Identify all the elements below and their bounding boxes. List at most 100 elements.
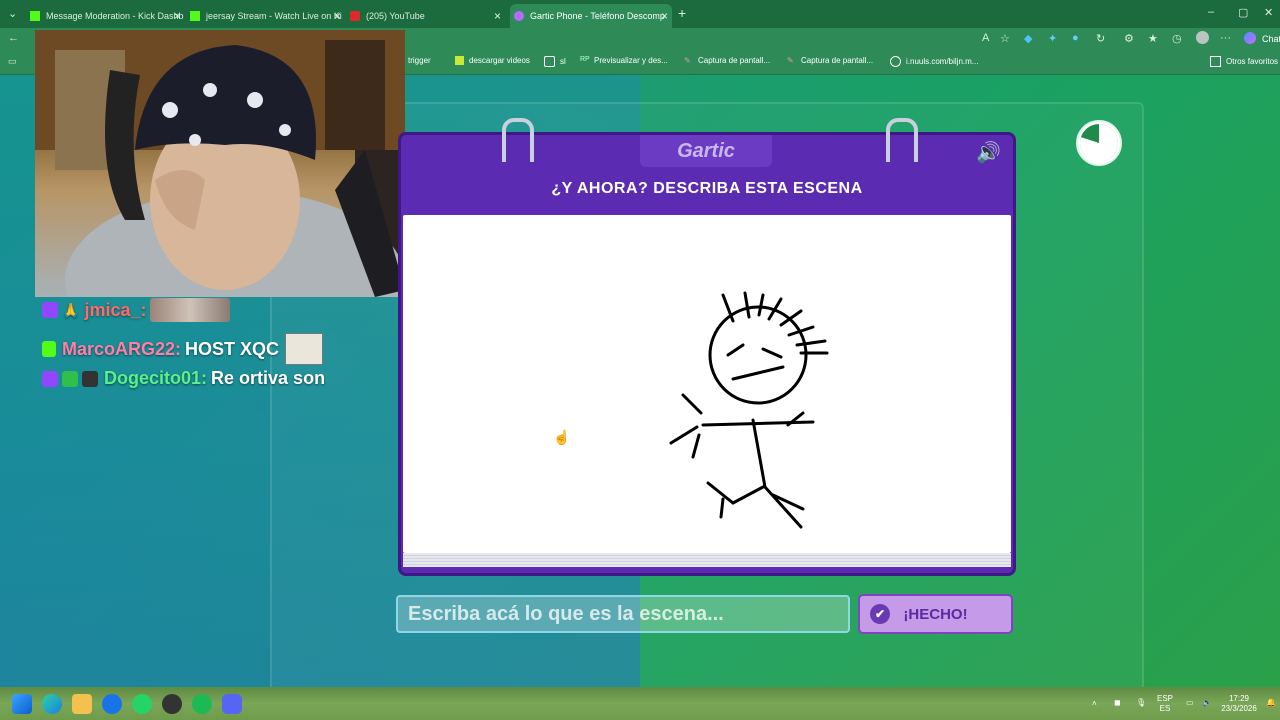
keyboard-layout: ES (1159, 704, 1171, 713)
globe-icon (890, 56, 901, 67)
youtube-icon (350, 11, 360, 21)
clock[interactable]: 17:29 23/3/2026 (1220, 694, 1258, 714)
stick-figure-drawing (669, 291, 829, 529)
extension-icon[interactable]: ✦ (1048, 32, 1057, 45)
clock-date: 23/3/2026 (1221, 704, 1257, 713)
prompt-title: ¿Y AHORA? DESCRIBA ESTA ESCENA (551, 180, 863, 197)
folder-icon (1210, 56, 1221, 67)
bookmark-previsualizar[interactable]: RP Previsualizar y des... (580, 56, 668, 65)
check-icon: ✔ (870, 604, 890, 624)
close-window-icon[interactable]: ✕ (1264, 6, 1273, 19)
kick-icon (30, 11, 40, 21)
tray-app-icon[interactable]: ◼ (1114, 698, 1121, 708)
extension-icon[interactable]: ● (1072, 32, 1079, 44)
extension-icon[interactable]: ◆ (1024, 32, 1032, 45)
cursor-hand-icon: ☝ (553, 429, 571, 445)
favorite-star-icon[interactable]: ☆ (1000, 32, 1010, 45)
more-menu-icon[interactable]: ··· (1220, 32, 1231, 44)
discord-icon[interactable] (222, 694, 242, 714)
bookmark-sl[interactable]: sl (544, 56, 566, 67)
notification-bell-icon[interactable]: 🔔 (1266, 698, 1276, 708)
tab-youtube[interactable]: (205) YouTube × (350, 4, 505, 28)
bookmark-label: Captura de pantall... (801, 56, 874, 65)
tab-label: (205) YouTube (366, 11, 425, 21)
bookmark-label: Captura de pantall... (698, 56, 771, 65)
sidebar-icon[interactable]: ▭ (8, 56, 17, 67)
browser-tab-bar: ⌄ Message Moderation - Kick Dashb × jeer… (0, 0, 1280, 28)
webcam-overlay (35, 30, 405, 297)
chat-message: 🙏 jmica_: (42, 298, 231, 322)
bookmark-label: Otros favoritos (1226, 57, 1279, 66)
refresh-icon[interactable]: ↻ (1096, 32, 1105, 45)
chat-text: Re ortiva son (211, 368, 326, 388)
bookmark-nuuls[interactable]: i.nuuls.com/biljn.m... (890, 56, 978, 67)
bookmark-captura-1[interactable]: ✎ Captura de pantall... (684, 56, 770, 65)
emote-image (150, 298, 231, 322)
bookmark-captura-2[interactable]: ✎ Captura de pantall... (787, 56, 873, 65)
copilot-icon[interactable] (1244, 32, 1256, 44)
microphone-icon[interactable]: 🎙 (1136, 698, 1146, 708)
language-indicator[interactable]: ESP ES (1157, 694, 1173, 714)
favorites-icon[interactable]: ★ (1148, 32, 1158, 45)
emote-icon: 🙏 (62, 301, 80, 318)
tab-kick-stream[interactable]: jeersay Stream - Watch Live on Ki × (190, 4, 345, 28)
new-tab-button[interactable]: + (678, 5, 686, 21)
network-icon[interactable]: ▭ (1186, 698, 1194, 708)
rp-icon: RP (580, 56, 590, 63)
close-icon[interactable]: × (334, 9, 341, 23)
avatar[interactable] (1196, 31, 1209, 44)
minimize-icon[interactable]: – (1208, 6, 1214, 18)
notebook-pages (403, 553, 1011, 567)
chat-username: MarcoARG22: (62, 338, 182, 359)
tab-kick-dashboard[interactable]: Message Moderation - Kick Dashb × (30, 4, 185, 28)
kick-icon (190, 11, 200, 21)
speaker-icon[interactable]: 🔊 (976, 140, 1001, 165)
windows-start-icon[interactable] (12, 694, 32, 714)
tab-gartic[interactable]: Gartic Phone - Teléfono Descomp × (510, 4, 672, 28)
bookmark-trigger[interactable]: trigger (408, 56, 431, 65)
chat-message: MarcoARG22: HOST XQC (42, 333, 324, 365)
tab-list-icon[interactable]: ⌄ (8, 7, 17, 20)
whatsapp-icon[interactable] (132, 694, 152, 714)
back-icon[interactable]: ← (8, 32, 19, 44)
chat-username: jmica_: (84, 299, 147, 320)
tray-chevron-icon[interactable]: ˄ (1092, 699, 1097, 709)
done-label: ¡HECHO! (903, 605, 968, 623)
extensions-icon[interactable]: ⚙ (1124, 32, 1134, 45)
edge-icon[interactable] (42, 694, 62, 714)
bookmark-descargar-videos[interactable]: descargar videos (455, 56, 530, 65)
gartic-icon (514, 11, 524, 21)
scene-description-input[interactable] (396, 595, 850, 633)
maximize-icon[interactable]: ▢ (1238, 6, 1248, 19)
language-code: ESP (1157, 694, 1174, 703)
browser-icon[interactable] (102, 694, 122, 714)
bookmark-label: Previsualizar y des... (594, 56, 668, 65)
bookmark-icon (544, 56, 555, 67)
obs-icon[interactable] (162, 694, 182, 714)
file-explorer-icon[interactable] (72, 694, 92, 714)
emote-image (285, 333, 324, 365)
pen-icon: ✎ (684, 56, 691, 65)
streamer-webcam-image (35, 30, 405, 297)
bookmark-label: trigger (408, 56, 431, 65)
badge-icon (82, 370, 98, 387)
chat-message: Dogecito01: Re ortiva son (42, 368, 325, 389)
chat-username: Dogecito01: (104, 368, 208, 388)
gartic-logo: Gartic (640, 135, 772, 167)
copilot-chat-label[interactable]: Chat (1262, 34, 1280, 44)
binder-ring (502, 118, 534, 162)
clock-time: 17:29 (1228, 694, 1250, 703)
history-icon[interactable]: ◷ (1172, 32, 1182, 45)
close-icon[interactable]: × (174, 9, 181, 23)
spotify-icon[interactable] (192, 694, 212, 714)
other-favorites[interactable]: Otros favoritos (1210, 56, 1278, 67)
tab-label: Message Moderation - Kick Dashb (46, 11, 184, 21)
read-aloud-icon[interactable]: A (982, 32, 989, 44)
twitch-badge-icon (42, 370, 58, 387)
close-icon[interactable]: × (494, 9, 501, 23)
bookmark-label: descargar videos (469, 56, 530, 65)
close-icon[interactable]: × (661, 9, 668, 23)
done-button[interactable]: ✔ ¡HECHO! (858, 594, 1013, 634)
volume-icon[interactable]: 🔈 (1202, 698, 1212, 708)
chat-text: HOST XQC (185, 338, 280, 359)
